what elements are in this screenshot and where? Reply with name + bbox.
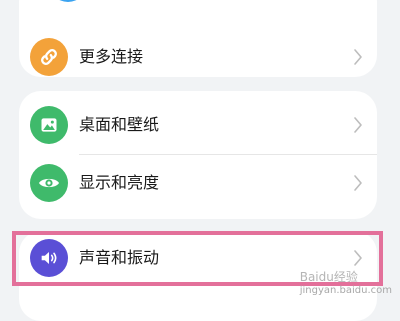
chevron-right-icon — [354, 175, 362, 191]
settings-item-label: 更多连接 — [79, 47, 144, 66]
link-icon — [30, 38, 68, 76]
settings-item-label: 桌面和壁纸 — [79, 115, 160, 134]
settings-item-display-brightness[interactable]: 显示和亮度 — [19, 153, 377, 213]
eye-icon — [30, 164, 68, 202]
settings-card-display: 桌面和壁纸 显示和亮度 — [19, 91, 377, 219]
partial-setting-icon — [49, 0, 87, 2]
wallpaper-icon — [30, 106, 68, 144]
settings-item-desktop-wallpaper[interactable]: 桌面和壁纸 — [19, 95, 377, 155]
chevron-right-icon — [354, 49, 362, 65]
settings-item-label: 声音和振动 — [79, 248, 160, 267]
settings-item-more-connections[interactable]: 更多连接 — [19, 27, 377, 77]
chevron-right-icon — [354, 250, 362, 266]
chevron-right-icon — [354, 117, 362, 133]
settings-card-connections: 更多连接 — [19, 0, 377, 77]
watermark: Baidu经验 jingyan.baidu.com — [300, 268, 392, 296]
watermark-logo: Baidu经验 — [299, 270, 358, 284]
settings-item-label: 显示和亮度 — [79, 173, 160, 192]
speaker-icon — [30, 239, 68, 277]
watermark-url: jingyan.baidu.com — [299, 285, 392, 296]
